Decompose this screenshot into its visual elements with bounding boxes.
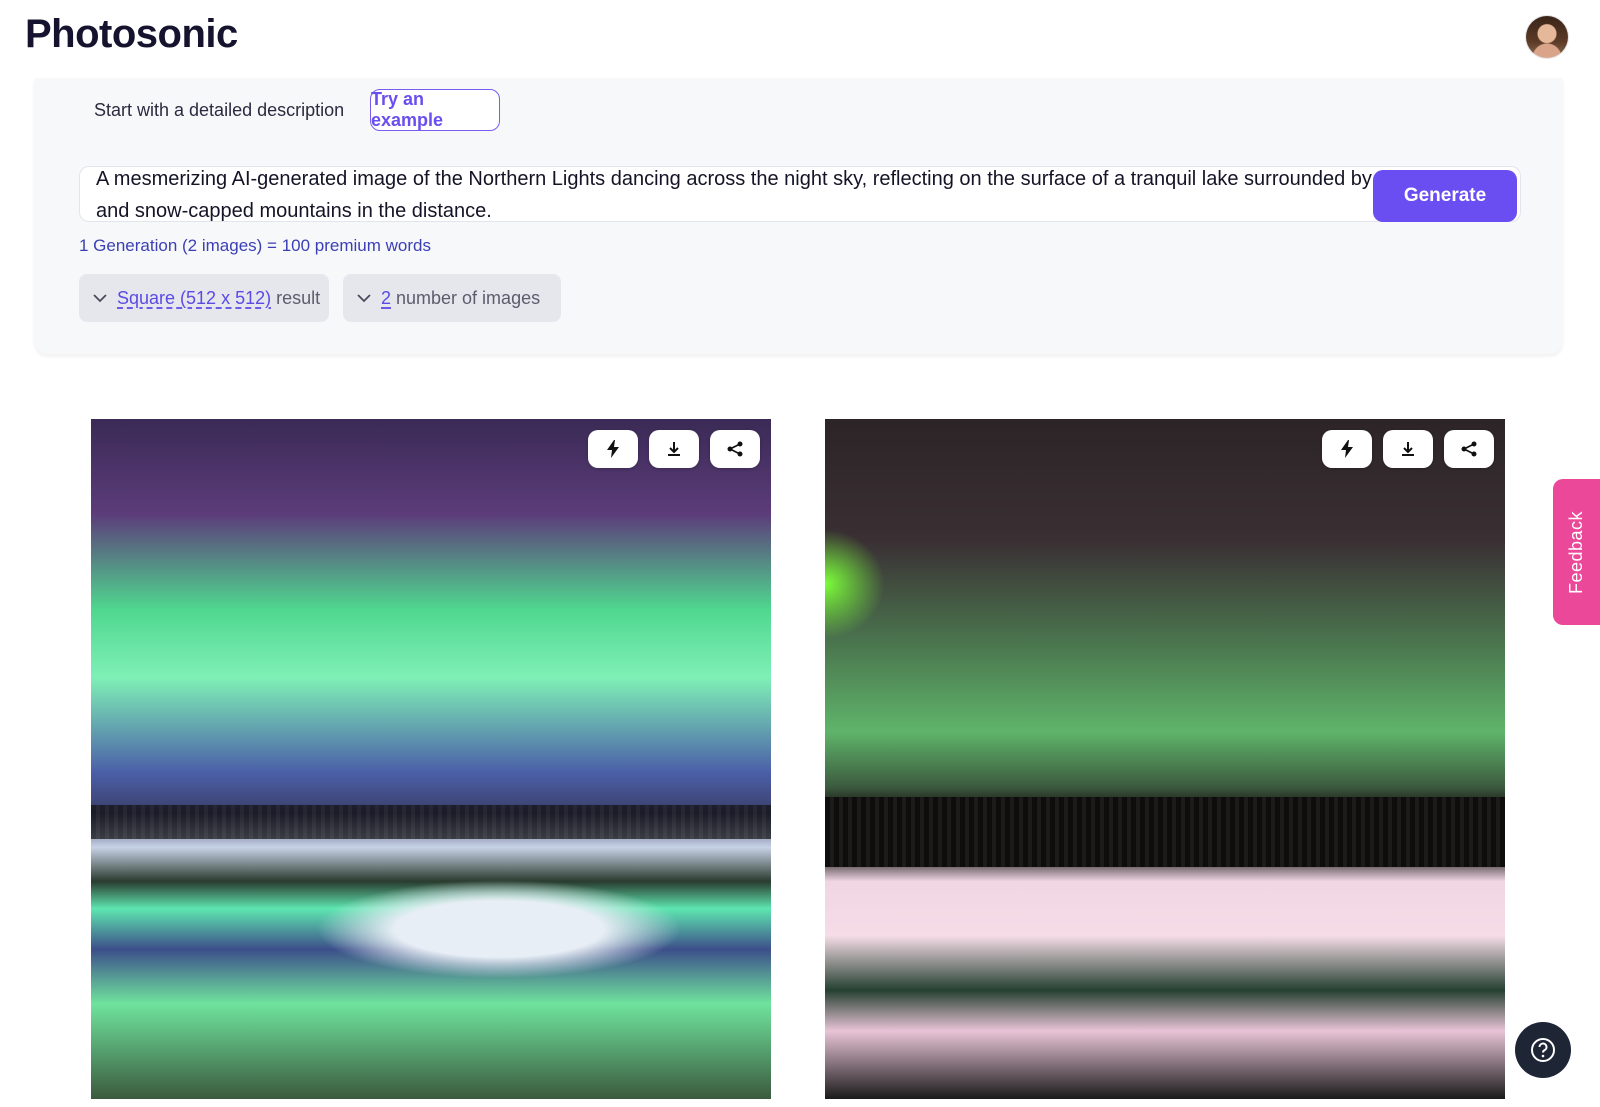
- bolt-icon[interactable]: [588, 430, 638, 468]
- help-button[interactable]: [1515, 1022, 1571, 1078]
- share-icon[interactable]: [1444, 430, 1494, 468]
- count-suffix: number of images: [396, 287, 541, 308]
- bolt-icon[interactable]: [1322, 430, 1372, 468]
- share-icon[interactable]: [710, 430, 760, 468]
- start-label: Start with a detailed description: [94, 100, 345, 120]
- size-suffix: result: [276, 287, 321, 308]
- user-avatar[interactable]: [1526, 16, 1568, 58]
- generator-panel: Start with a detailed description Try an…: [35, 78, 1562, 354]
- result-image-1[interactable]: [91, 419, 771, 1099]
- chevron-down-icon: [83, 293, 117, 303]
- generate-button[interactable]: Generate: [1373, 170, 1517, 222]
- prompt-text[interactable]: A mesmerizing AI-generated image of the …: [96, 167, 1496, 221]
- prompt-input[interactable]: A mesmerizing AI-generated image of the …: [79, 166, 1521, 222]
- cost-note: 1 Generation (2 images) = 100 premium wo…: [79, 236, 431, 255]
- size-dropdown[interactable]: Square (512 x 512) result: [79, 274, 329, 322]
- app-logo[interactable]: Photosonic: [25, 12, 238, 57]
- image-detail: [91, 805, 771, 839]
- feedback-tab[interactable]: Feedback: [1553, 479, 1600, 625]
- try-example-button[interactable]: Try an example: [370, 89, 500, 131]
- top-header: Photosonic: [0, 0, 1600, 78]
- count-value[interactable]: 2: [381, 288, 391, 309]
- image-detail: [825, 797, 1505, 867]
- download-icon[interactable]: [649, 430, 699, 468]
- download-icon[interactable]: [1383, 430, 1433, 468]
- image-count-dropdown[interactable]: 2 number of images: [343, 274, 561, 322]
- result-image-2[interactable]: [825, 419, 1505, 1099]
- chevron-down-icon: [347, 293, 381, 303]
- size-value[interactable]: Square (512 x 512): [117, 288, 271, 309]
- question-icon: [1531, 1038, 1555, 1062]
- feedback-label: Feedback: [1566, 510, 1586, 594]
